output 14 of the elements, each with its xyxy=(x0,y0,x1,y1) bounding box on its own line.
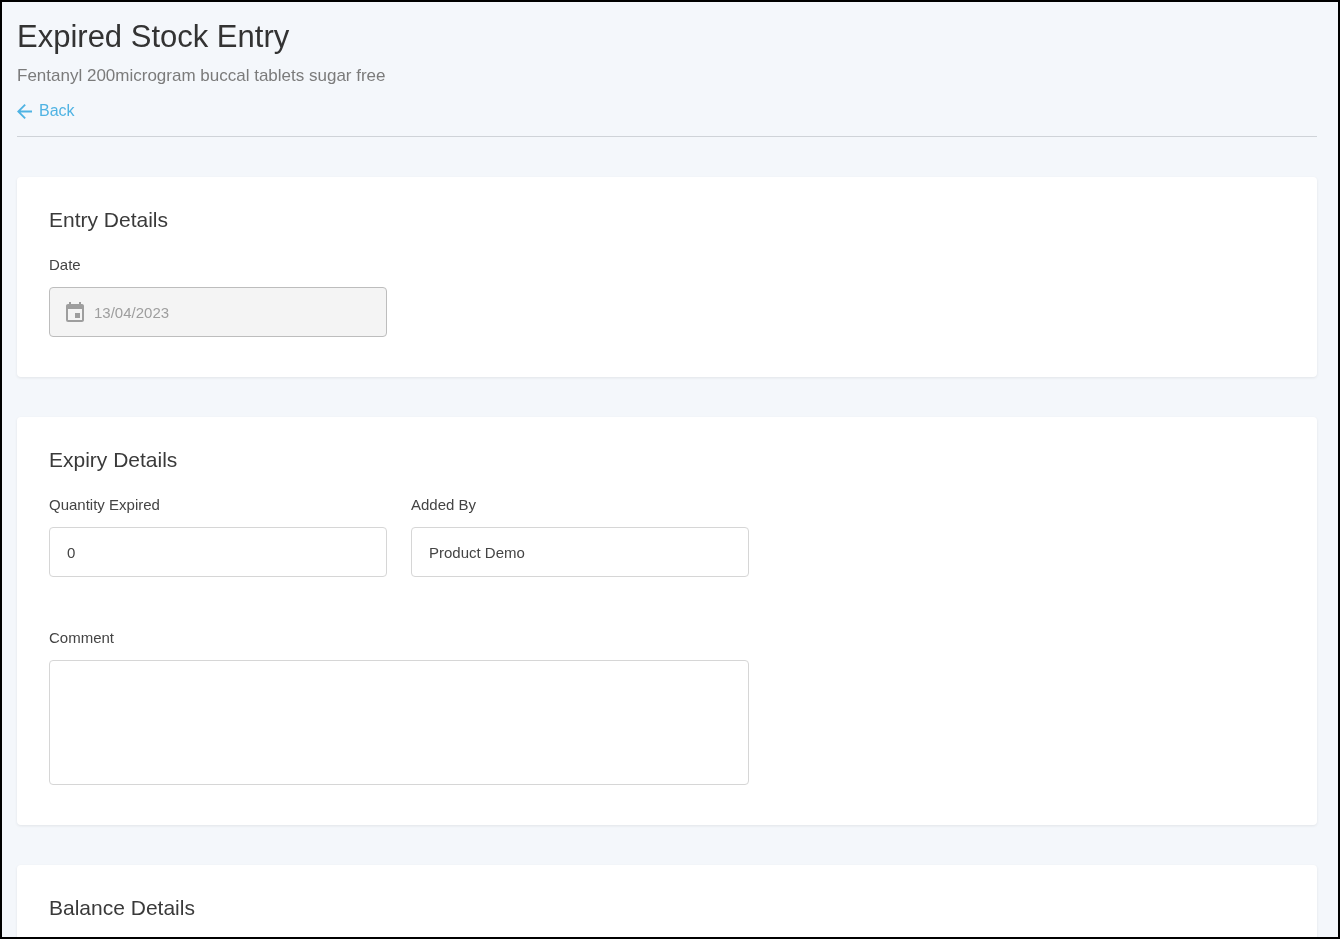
field-label: Added By xyxy=(411,495,478,515)
section-title: Expiry Details xyxy=(49,447,179,473)
text-area[interactable] xyxy=(49,660,749,785)
input-field[interactable]: Product Demo xyxy=(411,527,749,577)
page-subtitle: Fentanyl 200microgram buccal tablets sugar free xyxy=(17,65,386,87)
arrow-left-icon xyxy=(17,103,32,119)
field-label: Comment xyxy=(49,628,116,648)
input-field[interactable]: 0 xyxy=(49,527,387,577)
field-label: Date xyxy=(49,255,82,275)
field-label: Quantity Expired xyxy=(49,495,161,515)
section-title: Entry Details xyxy=(49,207,170,233)
section-title: Balance Details xyxy=(49,895,196,921)
calendar-icon xyxy=(66,302,84,322)
page-title: Expired Stock Entry xyxy=(17,18,290,56)
